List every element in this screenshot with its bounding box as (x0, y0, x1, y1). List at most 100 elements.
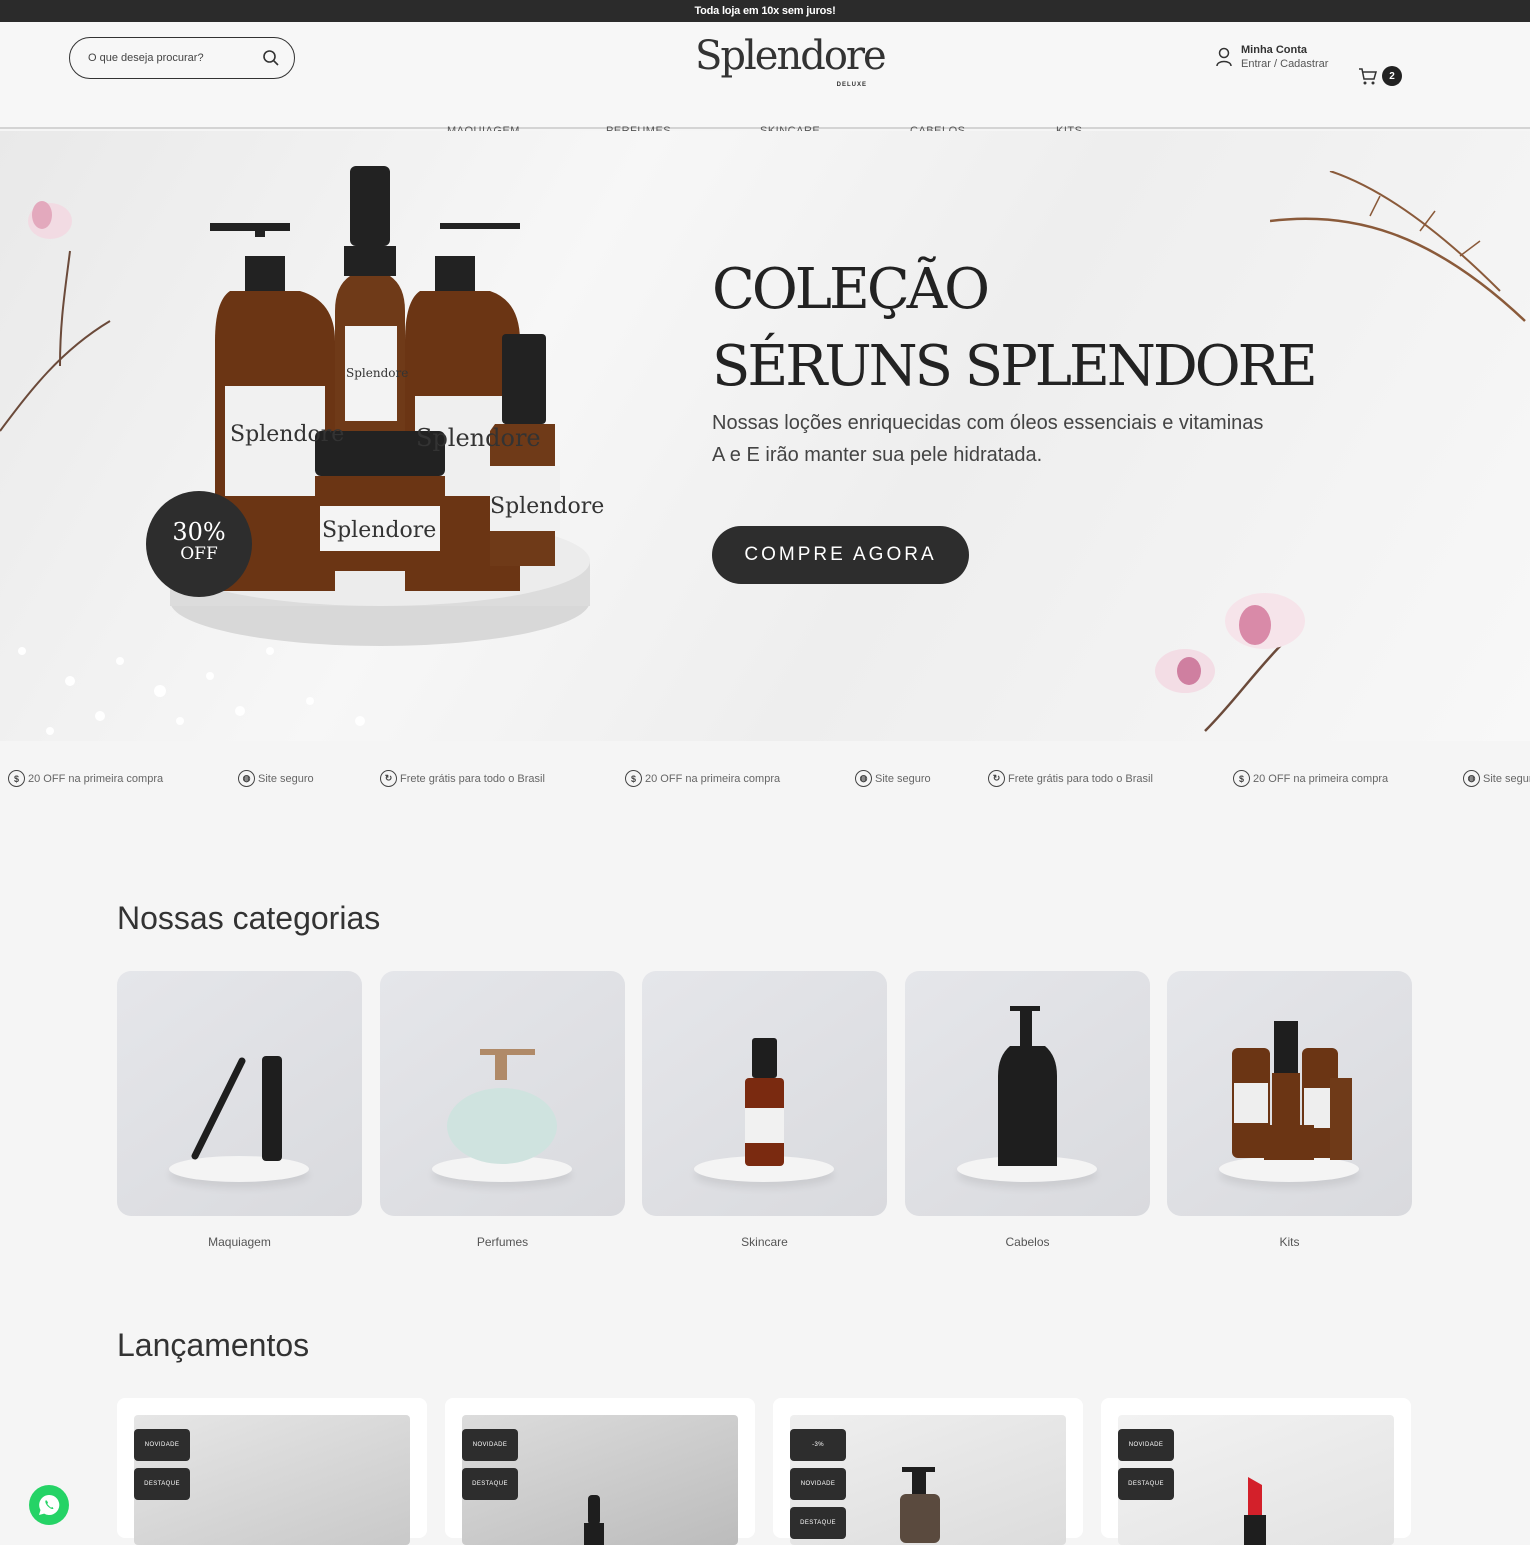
category-image[interactable] (642, 971, 887, 1216)
shampoo-bottle-icon (998, 1006, 1057, 1166)
benefit-text: Site seguro (1483, 772, 1530, 785)
shipping-icon: ↻ (380, 770, 397, 787)
branch-left-decoration (0, 201, 111, 432)
benefit-item: ↻ Frete grátis para todo o Brasil (380, 770, 545, 787)
category-card-skincare[interactable]: Skincare (642, 971, 887, 1249)
tag-destaque: DESTAQUE (790, 1507, 846, 1539)
benefit-item: ◍Site seguro (855, 770, 931, 787)
bottle-label-5: Splendore (490, 494, 604, 519)
category-image[interactable] (117, 971, 362, 1216)
site-logo[interactable]: Splendore DELUXE (695, 32, 887, 94)
bottle-label-4: Splendore (322, 518, 436, 543)
discount-off-label: OFF (180, 544, 218, 564)
hero-title-line1: COLEÇÃO (712, 257, 990, 322)
shipping-icon: ↻ (988, 770, 1005, 787)
bottle-label-2: Splendore (346, 366, 408, 380)
category-card-kits[interactable]: Kits (1167, 971, 1412, 1249)
account-login-link[interactable]: Entrar / Cadastrar (1241, 58, 1328, 70)
hero-title: COLEÇÃO SÉRUNS SPLENDORE (712, 251, 1318, 405)
benefit-text: Frete grátis para todo o Brasil (400, 772, 545, 785)
hero-banner[interactable]: Splendore Splendore Splendore Splendore … (0, 131, 1530, 741)
dropper-bottle-icon (584, 1495, 604, 1545)
product-card[interactable]: NOVIDADE DESTAQUE (1101, 1398, 1411, 1545)
cart-button[interactable]: 2 (1358, 66, 1402, 86)
benefit-item: $20 OFF na primeira compra (625, 770, 780, 787)
tag-novidade: NOVIDADE (134, 1429, 190, 1461)
serum-bottle-icon (745, 1038, 784, 1166)
search-input[interactable] (88, 52, 262, 64)
category-image[interactable] (1167, 971, 1412, 1216)
search-icon[interactable] (262, 49, 280, 67)
cart-count-badge: 2 (1382, 66, 1402, 86)
magnolia-flower-decoration (1155, 593, 1305, 732)
search-box[interactable] (69, 37, 295, 79)
logo-subtitle: DELUXE (836, 82, 867, 88)
category-label[interactable]: Perfumes (380, 1235, 625, 1249)
benefit-item: $20 OFF na primeira compra (8, 770, 163, 787)
tag-destaque: DESTAQUE (462, 1468, 518, 1500)
tag-destaque: DESTAQUE (1118, 1468, 1174, 1500)
hero-description: Nossas loções enriquecidas com óleos ess… (712, 412, 1264, 466)
category-label[interactable]: Maquiagem (117, 1235, 362, 1249)
lipstick-icon (1244, 1477, 1266, 1545)
tag-novidade: NOVIDADE (1118, 1429, 1174, 1461)
category-label[interactable]: Kits (1167, 1235, 1412, 1249)
benefit-item: $20 OFF na primeira compra (1233, 770, 1388, 787)
benefit-text: Site seguro (875, 772, 931, 785)
tag-novidade: NOVIDADE (462, 1429, 518, 1461)
category-label[interactable]: Skincare (642, 1235, 887, 1249)
category-image[interactable] (380, 971, 625, 1216)
category-card-cabelos[interactable]: Cabelos (905, 971, 1150, 1249)
account-title: Minha Conta (1241, 44, 1307, 56)
kit-bottles-icon (1232, 1021, 1352, 1160)
category-image[interactable] (905, 971, 1150, 1216)
product-image[interactable]: NOVIDADE DESTAQUE (1118, 1415, 1394, 1545)
benefits-strip: $20 OFF na primeira compra ◍ Site seguro … (0, 770, 1530, 792)
whatsapp-chat-button[interactable] (29, 1485, 69, 1525)
benefit-item: ↻ Frete grátis para todo o Brasil (988, 770, 1153, 787)
discount-badge: 30% OFF (146, 491, 252, 597)
promo-topbar: Toda loja em 10x sem juros! (0, 0, 1530, 22)
category-card-maquiagem[interactable]: Maquiagem (117, 971, 362, 1249)
product-image[interactable]: NOVIDADE DESTAQUE (134, 1415, 410, 1545)
shop-now-button[interactable]: COMPRE AGORA (712, 526, 969, 584)
dollar-icon: $ (8, 770, 25, 787)
product-card[interactable]: -3% NOVIDADE DESTAQUE (773, 1398, 1083, 1545)
benefit-text: 20 OFF na primeira compra (645, 772, 781, 785)
benefit-item: ◍Site seguro (238, 770, 314, 787)
benefit-text: Site seguro (258, 772, 314, 785)
benefit-text: Frete grátis para todo o Brasil (1008, 772, 1153, 785)
product-image[interactable]: -3% NOVIDADE DESTAQUE (790, 1415, 1066, 1545)
globe-icon: ◍ (1463, 770, 1480, 787)
bottle-label-3: Splendore (416, 424, 541, 452)
user-icon (1216, 47, 1232, 67)
benefit-item: ◍Site seguro (1463, 770, 1530, 787)
launches-title: Lançamentos (117, 1327, 310, 1363)
dollar-icon: $ (1233, 770, 1250, 787)
globe-icon: ◍ (238, 770, 255, 787)
product-card[interactable]: NOVIDADE DESTAQUE (117, 1398, 427, 1545)
category-label[interactable]: Cabelos (905, 1235, 1150, 1249)
promo-text: Toda loja em 10x sem juros! (694, 5, 836, 17)
logo-wordmark: Splendore (695, 33, 887, 79)
product-image[interactable]: NOVIDADE DESTAQUE (462, 1415, 738, 1545)
category-card-perfumes[interactable]: Perfumes (380, 971, 625, 1249)
whatsapp-icon (39, 1494, 60, 1515)
benefit-text: 20 OFF na primeira compra (1253, 772, 1389, 785)
soap-bottle-icon (447, 1049, 557, 1164)
benefit-text: 20 OFF na primeira compra (28, 772, 164, 785)
cart-icon (1359, 68, 1377, 85)
pump-bottle-icon (900, 1467, 940, 1543)
globe-icon: ◍ (855, 770, 872, 787)
bottle-label-1: Splendore (230, 422, 344, 447)
dollar-icon: $ (625, 770, 642, 787)
product-card[interactable]: NOVIDADE DESTAQUE (445, 1398, 755, 1545)
site-header: Splendore DELUXE Minha Conta Entrar / Ca… (0, 22, 1530, 137)
categories-title: Nossas categorias (117, 900, 381, 936)
mascara-icon (191, 1056, 282, 1161)
account-link[interactable]: Minha Conta Entrar / Cadastrar (1215, 44, 1328, 70)
tag-novidade: NOVIDADE (790, 1468, 846, 1500)
hero-title-line2: SÉRUNS SPLENDORE (712, 334, 1318, 399)
tag-destaque: DESTAQUE (134, 1468, 190, 1500)
tag-discount: -3% (790, 1429, 846, 1461)
